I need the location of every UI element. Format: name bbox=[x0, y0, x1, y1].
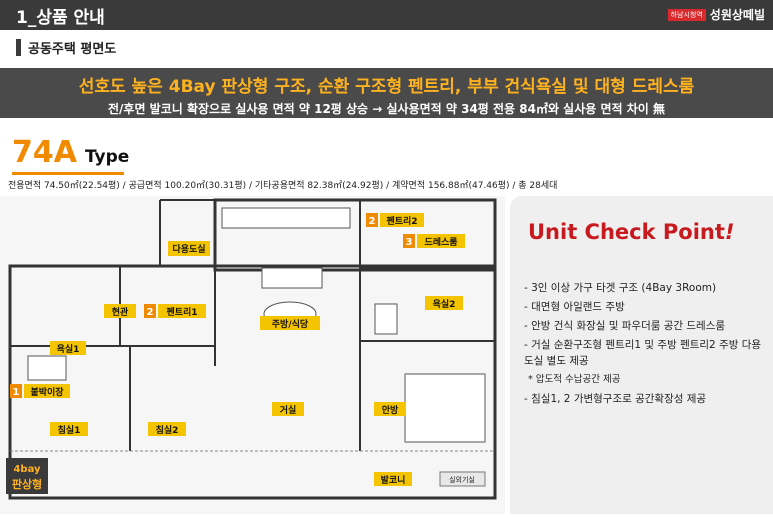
bed bbox=[404, 373, 486, 443]
checkpoint-title-text: Unit Check Point bbox=[528, 220, 725, 244]
badge-1-text: 1 bbox=[13, 387, 20, 398]
label-outdoor-unit: 실외기실 bbox=[449, 475, 475, 484]
kitchen-island bbox=[261, 267, 323, 289]
section-heading: 공동주택 평면도 bbox=[16, 38, 117, 57]
unit-specs: 전용면적 74.50㎡(22.54평) / 공급면적 100.20㎡(30.31… bbox=[8, 181, 558, 191]
label-builtin: 붙박이장 bbox=[30, 386, 64, 398]
checkpoint-title: Unit Check Point! bbox=[528, 220, 734, 244]
kitchen-counter bbox=[221, 207, 351, 229]
label-pantry1: 펜트리1 bbox=[166, 306, 197, 318]
label-pantry2: 펜트리2 bbox=[386, 215, 417, 227]
section-title: 공동주택 평면도 bbox=[28, 41, 117, 57]
label-dressroom: 드레스룸 bbox=[424, 236, 457, 248]
label-bedroom1: 침실1 bbox=[58, 424, 81, 436]
label-living: 거실 bbox=[280, 404, 297, 416]
badge-2-text: 2 bbox=[369, 216, 376, 227]
label-bath2: 욕실2 bbox=[433, 298, 456, 310]
label-bedroom2: 침실2 bbox=[156, 424, 179, 436]
checkpoint-item: - 3인 이상 가구 타겟 구조 (4Bay 3Room) bbox=[524, 282, 717, 294]
type-underline bbox=[12, 172, 124, 175]
top-header-bar: 1_상품 안내 하남시청역 성원상떼빌 bbox=[0, 0, 773, 30]
label-master: 안방 bbox=[382, 404, 399, 416]
checkpoint-list: - 3인 이상 가구 타겟 구조 (4Bay 3Room) - 대면형 아일랜드… bbox=[524, 280, 764, 410]
section-bar-decoration bbox=[16, 38, 21, 56]
unit-checkpoint-panel: Unit Check Point! - 3인 이상 가구 타겟 구조 (4Bay… bbox=[510, 196, 773, 514]
bay-badge-line1: 4bay bbox=[13, 464, 41, 475]
checkpoint-item: - 안방 건식 화장실 및 파우더룸 공간 드레스룸 bbox=[524, 320, 726, 332]
headline-banner: 선호도 높은 4Bay 판상형 구조, 순환 구조형 펜트리, 부부 건식욕실 … bbox=[0, 68, 773, 118]
checkpoint-item: - 거실 순환구조형 펜트리1 및 주방 펜트리2 주방 다용도실 별도 제공 bbox=[524, 339, 762, 367]
label-entrance: 현관 bbox=[112, 306, 129, 318]
bath-fixture bbox=[374, 303, 398, 335]
floor-plan: 다용도실 2 펜트리2 3 드레스룸 현관 2 펜트리1 주방/식당 욕실2 욕… bbox=[0, 196, 505, 514]
unit-type-word: Type bbox=[84, 147, 130, 167]
bath-fixture bbox=[27, 355, 67, 381]
checkpoint-title-mark: ! bbox=[724, 220, 735, 244]
badge-3-text: 3 bbox=[406, 237, 413, 248]
banner-subline: 전/후면 발코니 확장으로 실사용 면적 약 12평 상승 → 실사용면적 약 … bbox=[108, 102, 665, 116]
label-balcony: 발코니 bbox=[381, 474, 406, 486]
label-kitchen: 주방/식당 bbox=[272, 318, 309, 330]
unit-type-header: 74A Type bbox=[12, 138, 129, 168]
checkpoint-item: - 침실1, 2 가변형구조로 공간확장성 제공 bbox=[524, 393, 707, 405]
brand-name: 성원상떼빌 bbox=[709, 8, 765, 22]
unit-code: 74A bbox=[12, 135, 77, 170]
checkpoint-note: * 압도적 수납공간 제공 bbox=[528, 374, 621, 385]
badge-2b-text: 2 bbox=[147, 307, 154, 318]
label-bath1: 욕실1 bbox=[57, 343, 80, 355]
floor-plan-drawing: 다용도실 2 펜트리2 3 드레스룸 현관 2 펜트리1 주방/식당 욕실2 욕… bbox=[6, 198, 497, 500]
page-title: 1_상품 안내 bbox=[16, 8, 105, 28]
banner-headline: 선호도 높은 4Bay 판상형 구조, 순환 구조형 펜트리, 부부 건식욕실 … bbox=[78, 77, 695, 97]
label-utility: 다용도실 bbox=[172, 243, 205, 255]
checkpoint-item: - 대면형 아일랜드 주방 bbox=[524, 301, 625, 313]
brand-logo-box: 하남시청역 bbox=[667, 8, 706, 21]
bay-badge-line2: 판상형 bbox=[12, 477, 42, 491]
brand-logo: 하남시청역 성원상떼빌 bbox=[667, 6, 765, 23]
